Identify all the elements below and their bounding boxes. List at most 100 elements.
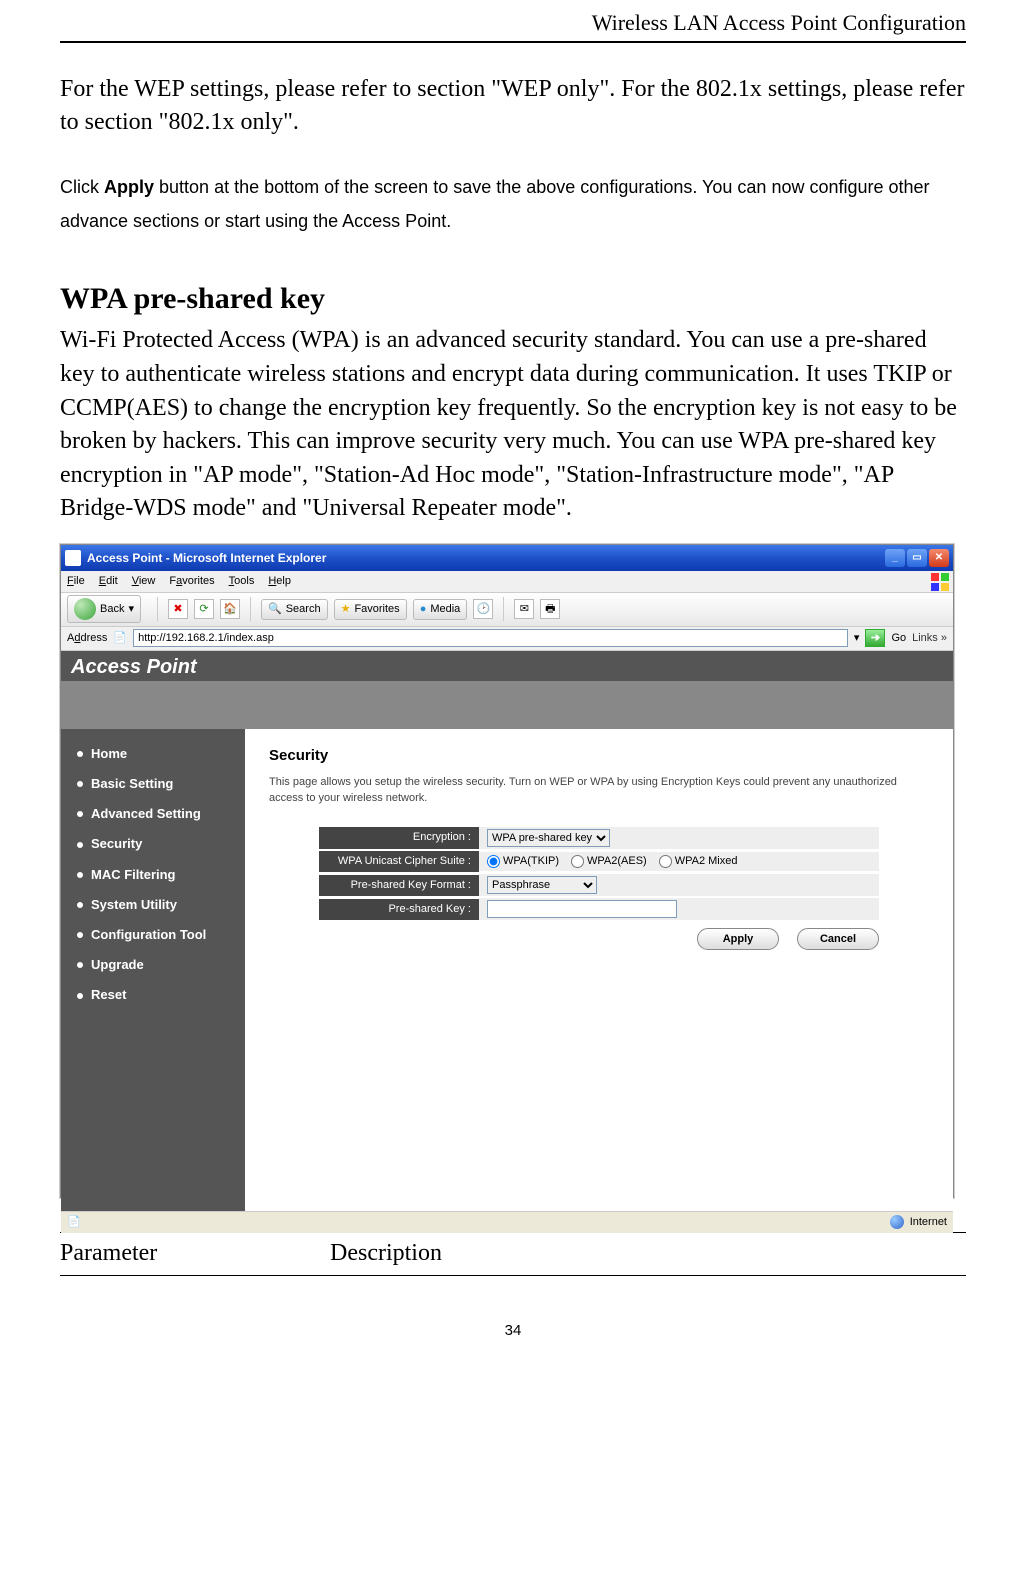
sidebar-item-label: MAC Filtering	[91, 866, 176, 884]
running-header: Wireless LAN Access Point Configuration	[60, 8, 966, 43]
history-button[interactable]: 🕑	[473, 599, 493, 619]
page-number: 34	[60, 1320, 966, 1341]
section-body: Wi-Fi Protected Access (WPA) is an advan…	[60, 324, 966, 526]
sidebar-item-advanced-setting[interactable]: Advanced Setting	[61, 799, 245, 829]
back-button[interactable]: Back ▾	[67, 595, 141, 623]
search-label: Search	[286, 602, 321, 617]
back-label: Back	[100, 602, 124, 617]
radio-mixed[interactable]	[659, 855, 672, 868]
page-icon: 📄	[113, 631, 127, 646]
media-icon: ●	[420, 602, 427, 617]
apply-note-paragraph: Click Apply button at the bottom of the …	[60, 170, 966, 238]
bullet-icon	[77, 751, 83, 757]
refresh-button[interactable]: ⟳	[194, 599, 214, 619]
window-title: Access Point - Microsoft Internet Explor…	[87, 550, 326, 567]
media-button[interactable]: ● Media	[413, 599, 468, 620]
encryption-select[interactable]: WPA pre-shared key	[487, 829, 610, 847]
menu-file[interactable]: FFileile	[67, 574, 85, 589]
cipher-option-label: WPA2(AES)	[587, 854, 647, 869]
addressbar: Address 📄 ▾ ➔ Go Links »	[61, 627, 953, 651]
sidebar-item-label: Reset	[91, 986, 126, 1004]
menu-favorites[interactable]: Favorites	[169, 574, 214, 589]
ap-banner: Access Point	[61, 651, 953, 681]
back-arrow-icon	[74, 598, 96, 620]
cipher-option-tkip[interactable]: WPA(TKIP)	[487, 854, 559, 869]
sidebar-item-label: System Utility	[91, 896, 177, 914]
go-button[interactable]: ➔	[865, 629, 885, 647]
favorites-button[interactable]: ★ Favorites	[334, 599, 407, 620]
sidebar-item-basic-setting[interactable]: Basic Setting	[61, 769, 245, 799]
address-input[interactable]	[133, 629, 848, 647]
sidebar-item-system-utility[interactable]: System Utility	[61, 890, 245, 920]
done-icon: 📄	[67, 1215, 81, 1230]
radio-aes[interactable]	[571, 855, 584, 868]
address-dropdown-icon[interactable]: ▾	[854, 631, 860, 646]
cancel-button[interactable]: Cancel	[797, 928, 879, 950]
sidebar-item-mac-filtering[interactable]: MAC Filtering	[61, 860, 245, 890]
bullet-icon	[77, 842, 83, 848]
search-button[interactable]: 🔍 Search	[261, 599, 328, 620]
apply-note-prefix: Click	[60, 177, 104, 197]
close-button[interactable]: ✕	[929, 549, 949, 567]
form-row-encryption: Encryption : WPA pre-shared key	[319, 827, 879, 849]
key-format-select[interactable]: Passphrase	[487, 876, 597, 894]
links-label[interactable]: Links »	[912, 631, 947, 646]
address-label: Address	[67, 631, 107, 646]
parameter-table: Parameter Description	[60, 1232, 966, 1276]
go-label: Go	[891, 631, 906, 646]
bullet-icon	[77, 962, 83, 968]
key-input[interactable]	[487, 900, 677, 918]
favorites-label: Favorites	[354, 602, 399, 617]
menu-help[interactable]: Help	[268, 574, 291, 589]
apply-button[interactable]: Apply	[697, 928, 779, 950]
bullet-icon	[77, 902, 83, 908]
sidebar-item-label: Advanced Setting	[91, 805, 201, 823]
sidebar-item-label: Basic Setting	[91, 775, 173, 793]
menu-tools[interactable]: Tools	[229, 574, 255, 589]
titlebar: Access Point - Microsoft Internet Explor…	[61, 545, 953, 571]
apply-note-bold: Apply	[104, 177, 154, 197]
menu-edit[interactable]: Edit	[99, 574, 118, 589]
sidebar-item-upgrade[interactable]: Upgrade	[61, 950, 245, 980]
print-button[interactable]: 🖶	[540, 599, 560, 619]
sidebar: Home Basic Setting Advanced Setting Secu…	[61, 729, 245, 1211]
cipher-option-label: WPA(TKIP)	[503, 854, 559, 869]
windows-logo-icon	[931, 573, 949, 591]
apply-note-suffix: button at the bottom of the screen to sa…	[60, 177, 930, 231]
cipher-label: WPA Unicast Cipher Suite :	[319, 851, 479, 872]
sidebar-item-reset[interactable]: Reset	[61, 980, 245, 1010]
stop-button[interactable]: ✖	[168, 599, 188, 619]
internet-zone-label: Internet	[910, 1215, 947, 1230]
sidebar-item-security[interactable]: Security	[61, 829, 245, 859]
chevron-down-icon: ▾	[128, 602, 134, 617]
bullet-icon	[77, 872, 83, 878]
toolbar: Back ▾ ✖ ⟳ 🏠 🔍 Search ★ Favorites ● Medi…	[61, 593, 953, 627]
sidebar-item-label: Upgrade	[91, 956, 144, 974]
encryption-label: Encryption :	[319, 827, 479, 848]
sidebar-item-configuration-tool[interactable]: Configuration Tool	[61, 920, 245, 950]
minimize-button[interactable]: _	[885, 549, 905, 567]
sidebar-item-label: Home	[91, 745, 127, 763]
bullet-icon	[77, 993, 83, 999]
form-row-cipher: WPA Unicast Cipher Suite : WPA(TKIP) WPA…	[319, 851, 879, 872]
menu-view[interactable]: View	[132, 574, 156, 589]
sidebar-item-home[interactable]: Home	[61, 739, 245, 769]
sidebar-item-label: Configuration Tool	[91, 926, 206, 944]
bullet-icon	[77, 781, 83, 787]
media-label: Media	[430, 602, 460, 617]
table-header-description: Description	[330, 1237, 442, 1271]
maximize-button[interactable]: ▭	[907, 549, 927, 567]
mail-button[interactable]: ✉	[514, 599, 534, 619]
cipher-option-aes[interactable]: WPA2(AES)	[571, 854, 647, 869]
section-heading: WPA pre-shared key	[60, 278, 966, 320]
ie-window: Access Point - Microsoft Internet Explor…	[60, 544, 954, 1198]
cipher-option-mixed[interactable]: WPA2 Mixed	[659, 854, 738, 869]
home-button[interactable]: 🏠	[220, 599, 240, 619]
sidebar-item-label: Security	[91, 835, 142, 853]
cipher-option-label: WPA2 Mixed	[675, 854, 738, 869]
key-format-label: Pre-shared Key Format :	[319, 875, 479, 896]
radio-tkip[interactable]	[487, 855, 500, 868]
intro-paragraph: For the WEP settings, please refer to se…	[60, 73, 966, 140]
form-row-key: Pre-shared Key :	[319, 898, 879, 920]
bullet-icon	[77, 811, 83, 817]
